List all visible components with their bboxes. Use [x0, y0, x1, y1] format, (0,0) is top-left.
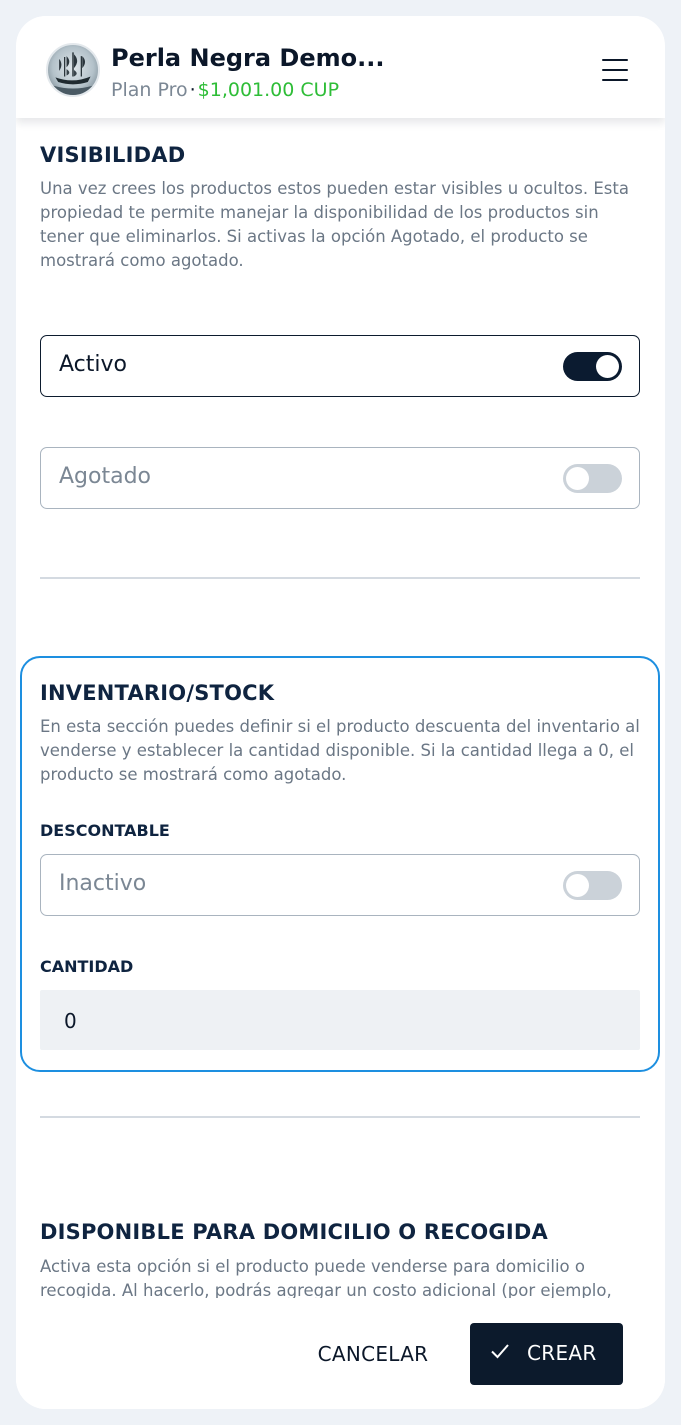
inventory-description: En esta sección puedes definir si el pro… [40, 717, 640, 784]
section-divider [40, 1116, 640, 1118]
menu-bar [602, 69, 628, 71]
menu-icon[interactable] [602, 59, 628, 81]
visibility-description: Una vez crees los productos estos pueden… [40, 179, 629, 270]
menu-bar [602, 79, 628, 81]
inventory-title: INVENTARIO/STOCK [40, 681, 275, 705]
delivery-description: Activa esta opción si el producto puede … [40, 1257, 612, 1300]
soldout-toggle-field[interactable]: Agotado [40, 447, 640, 509]
section-divider [40, 577, 640, 579]
shop-name: Perla Negra Demo... [111, 44, 385, 72]
menu-bar [602, 59, 628, 61]
quantity-label: CANTIDAD [40, 957, 134, 976]
plan-name: Plan Pro [111, 79, 188, 101]
check-icon [491, 1344, 509, 1359]
toggle-knob [566, 467, 589, 490]
ship-logo-icon[interactable] [46, 43, 100, 97]
delivery-title: DISPONIBLE PARA DOMICILIO O RECOGIDA [40, 1220, 548, 1244]
soldout-label: Agotado [59, 464, 152, 489]
active-toggle-field[interactable]: Activo [40, 335, 640, 397]
toggle-knob [596, 355, 619, 378]
active-toggle[interactable] [563, 352, 622, 381]
plan-line: Plan Pro · $1,001.00 CUP [111, 79, 339, 101]
plan-separator: · [189, 79, 196, 101]
toggle-knob [566, 874, 589, 897]
balance-amount: $1,001.00 CUP [197, 79, 340, 101]
app-header: Perla Negra Demo... Plan Pro · $1,001.00 C… [16, 16, 665, 118]
discountable-label: DESCONTABLE [40, 821, 170, 840]
create-button-label: CREAR [527, 1341, 597, 1365]
discountable-toggle[interactable] [563, 871, 622, 900]
app-frame: VISIBILIDAD Una vez crees los productos … [16, 16, 665, 1409]
soldout-toggle[interactable] [563, 464, 622, 493]
ship-logo-graphic [53, 52, 93, 95]
discountable-value: Inactivo [59, 871, 147, 896]
create-button[interactable]: CREAR [470, 1323, 623, 1385]
quantity-input[interactable]: 0 [40, 990, 640, 1050]
discountable-toggle-field[interactable]: Inactivo [40, 854, 640, 916]
active-label: Activo [59, 352, 127, 377]
visibility-title: VISIBILIDAD [40, 143, 186, 167]
cancel-button[interactable]: CANCELAR [311, 1342, 435, 1376]
